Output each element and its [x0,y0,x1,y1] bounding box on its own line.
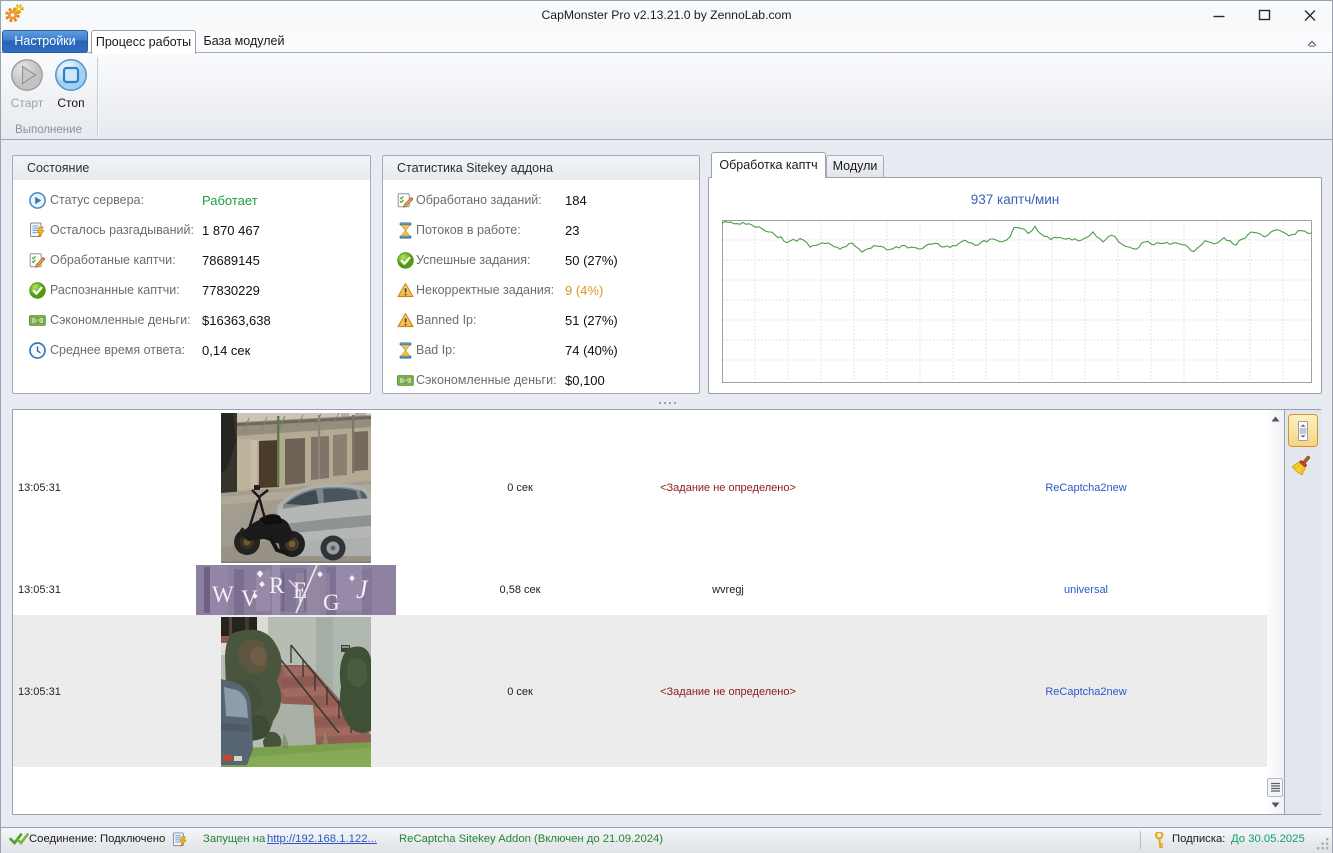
svg-text:G: G [323,590,340,615]
svg-text:V: V [241,586,258,611]
svg-text:W: W [212,582,234,607]
svg-text:R: R [269,573,285,598]
svg-text:J: J [356,575,369,604]
